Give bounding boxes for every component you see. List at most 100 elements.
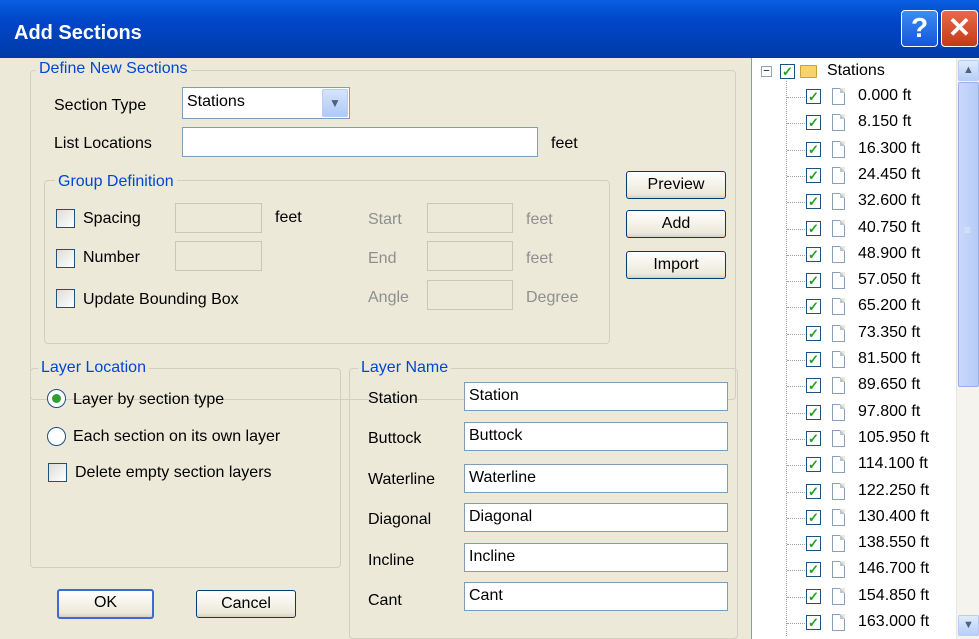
- own-layer-radio[interactable]: [47, 427, 66, 446]
- waterline-layer-input[interactable]: Waterline: [464, 464, 728, 493]
- tree-item[interactable]: ✓ 73.350 ft: [752, 322, 957, 346]
- tree-item-checkbox[interactable]: ✓: [806, 615, 821, 630]
- add-button[interactable]: Add: [626, 210, 726, 238]
- tree-item[interactable]: ✓ 105.950 ft: [752, 427, 957, 451]
- document-icon: [832, 193, 845, 211]
- start-label: Start: [368, 211, 402, 228]
- angle-input[interactable]: [427, 280, 513, 310]
- tree-item-label: 48.900 ft: [858, 244, 921, 262]
- scroll-thumb[interactable]: ≡: [958, 82, 979, 387]
- station-layer-input[interactable]: Station: [464, 382, 728, 411]
- tree-root[interactable]: − ✓ Stations: [752, 60, 957, 84]
- tree-branch-line: [787, 412, 805, 414]
- diagonal-layer-input[interactable]: Diagonal: [464, 503, 728, 532]
- tree-branch-line: [787, 623, 805, 624]
- group-definition-legend: Group Definition: [55, 173, 177, 191]
- tree-item[interactable]: ✓ 65.200 ft: [752, 295, 957, 319]
- tree-item[interactable]: ✓ 48.900 ft: [752, 243, 957, 267]
- scroll-up-button[interactable]: ▲: [958, 60, 979, 81]
- tree-item[interactable]: ✓ 57.050 ft: [752, 269, 957, 293]
- tree-item[interactable]: ✓ 81.500 ft: [752, 348, 957, 372]
- tree-item-checkbox[interactable]: ✓: [806, 141, 821, 157]
- tree-item-checkbox[interactable]: ✓: [806, 352, 821, 367]
- tree-item-checkbox[interactable]: ✓: [806, 167, 821, 183]
- document-icon: [832, 272, 845, 290]
- chevron-down-icon[interactable]: ▼: [322, 89, 348, 117]
- tree-branch-line: [787, 281, 805, 283]
- tree-item[interactable]: ✓ 146.700 ft: [752, 558, 957, 582]
- document-icon: [832, 324, 845, 342]
- ok-button[interactable]: OK: [57, 589, 154, 619]
- tree-scrollbar[interactable]: ▲ ≡ ▼: [956, 58, 979, 639]
- preview-button[interactable]: Preview: [626, 171, 726, 199]
- tree-item-checkbox[interactable]: ✓: [806, 536, 821, 552]
- tree-item[interactable]: ✓ 114.100 ft: [752, 453, 957, 477]
- tree-item-checkbox[interactable]: ✓: [806, 378, 821, 394]
- tree-item[interactable]: ✓ 8.150 ft: [752, 111, 957, 135]
- layer-by-type-label: Layer by section type: [73, 391, 225, 408]
- tree-item[interactable]: ✓ 40.750 ft: [752, 217, 957, 241]
- document-icon: [832, 587, 845, 605]
- document-icon: [832, 429, 845, 447]
- tree-item-checkbox[interactable]: ✓: [806, 325, 821, 341]
- tree-item-checkbox[interactable]: ✓: [806, 483, 821, 499]
- import-button[interactable]: Import: [626, 251, 726, 279]
- cant-layer-input[interactable]: Cant: [464, 582, 728, 611]
- tree-item-checkbox[interactable]: ✓: [806, 588, 821, 604]
- number-checkbox[interactable]: [56, 249, 75, 268]
- tree-item-checkbox[interactable]: ✓: [806, 404, 821, 420]
- help-button[interactable]: ?: [901, 10, 938, 47]
- tree-item-label: 8.150 ft: [858, 113, 912, 131]
- cancel-button[interactable]: Cancel: [196, 590, 296, 618]
- collapse-icon[interactable]: −: [761, 66, 772, 77]
- tree-item-checkbox[interactable]: ✓: [806, 273, 821, 289]
- spacing-input[interactable]: [175, 203, 262, 233]
- delete-empty-layers-checkbox[interactable]: [48, 463, 67, 482]
- buttock-layer-input[interactable]: Buttock: [464, 422, 728, 451]
- tree-item-checkbox[interactable]: ✓: [806, 89, 821, 104]
- tree-item[interactable]: ✓ 163.000 ft: [752, 611, 957, 635]
- start-input[interactable]: [427, 203, 513, 233]
- section-type-select[interactable]: Stations ▼: [182, 87, 350, 119]
- document-icon: [832, 508, 845, 526]
- tree-branch-line: [787, 149, 805, 151]
- tree-item-checkbox[interactable]: ✓: [806, 430, 821, 446]
- tree-item-checkbox[interactable]: ✓: [806, 220, 821, 236]
- tree-item-label: 105.950 ft: [858, 428, 930, 446]
- tree-item[interactable]: ✓ 0.000 ft: [752, 85, 957, 109]
- tree-item[interactable]: ✓ 138.550 ft: [752, 532, 957, 556]
- tree-item-checkbox[interactable]: ✓: [806, 246, 821, 262]
- radio-selected-dot: [52, 394, 61, 403]
- tree-item-checkbox[interactable]: ✓: [806, 299, 821, 315]
- update-bounding-box-checkbox[interactable]: [56, 289, 75, 308]
- tree-branch-line: [787, 333, 805, 335]
- tree-root-checkbox[interactable]: ✓: [780, 64, 795, 79]
- spacing-checkbox[interactable]: [56, 209, 75, 228]
- stations-tree[interactable]: − ✓ Stations ✓ 0.000 ft ✓ 8.150 ft ✓ 16.300 f…: [751, 58, 979, 639]
- tree-item[interactable]: ✓ 130.400 ft: [752, 506, 957, 530]
- tree-item[interactable]: ✓ 32.600 ft: [752, 190, 957, 214]
- number-input[interactable]: [175, 241, 262, 271]
- angle-unit: Degree: [526, 289, 579, 306]
- tree-item-checkbox[interactable]: ✓: [806, 115, 821, 131]
- tree-item-checkbox[interactable]: ✓: [806, 562, 821, 578]
- close-button[interactable]: ✕: [941, 10, 978, 47]
- tree-item[interactable]: ✓ 97.800 ft: [752, 401, 957, 425]
- incline-layer-input[interactable]: Incline: [464, 543, 728, 572]
- tree-item-checkbox[interactable]: ✓: [806, 194, 821, 210]
- end-input[interactable]: [427, 241, 513, 271]
- tree-item[interactable]: ✓ 154.850 ft: [752, 585, 957, 609]
- tree-item[interactable]: ✓ 24.450 ft: [752, 164, 957, 188]
- tree-branch-line: [787, 360, 805, 361]
- tree-item-label: 89.650 ft: [858, 376, 921, 394]
- scroll-down-button[interactable]: ▼: [958, 615, 979, 636]
- title-bar: Add Sections ? ✕: [0, 0, 979, 58]
- grip-icon: ≡: [964, 223, 972, 237]
- tree-item[interactable]: ✓ 122.250 ft: [752, 480, 957, 504]
- layer-by-type-radio[interactable]: [47, 389, 66, 408]
- tree-item[interactable]: ✓ 89.650 ft: [752, 374, 957, 398]
- list-locations-input[interactable]: [182, 127, 538, 157]
- tree-item[interactable]: ✓ 16.300 ft: [752, 138, 957, 162]
- tree-item-checkbox[interactable]: ✓: [806, 457, 821, 473]
- tree-item-checkbox[interactable]: ✓: [806, 509, 821, 525]
